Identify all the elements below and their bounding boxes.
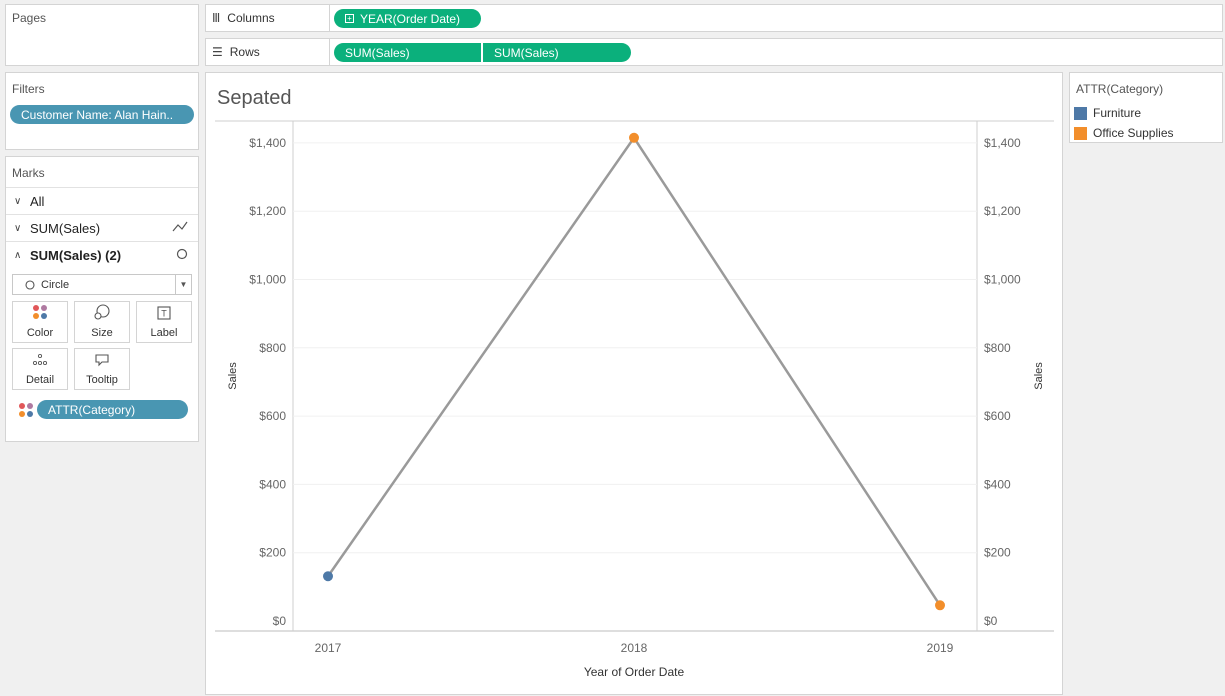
- label-button[interactable]: T Label: [136, 301, 192, 343]
- y-tick-label-left: $1,200: [249, 204, 286, 218]
- mark-type-select[interactable]: Circle ▼: [12, 274, 192, 295]
- data-point: [323, 571, 333, 582]
- tooltip-button-label: Tooltip: [86, 374, 118, 386]
- color-button-label: Color: [26, 327, 54, 339]
- line-mark-icon: [172, 221, 188, 236]
- rows-pill-sum-sales-2[interactable]: SUM(Sales): [483, 43, 631, 62]
- y-tick-label-left: $600: [259, 409, 286, 423]
- columns-pill-label: YEAR(Order Date): [360, 11, 461, 26]
- mark-type-value: Circle: [41, 278, 70, 291]
- data-point: [629, 132, 639, 143]
- chevron-down-icon: ∨: [14, 222, 22, 234]
- x-axis-title: Year of Order Date: [584, 665, 685, 679]
- legend-swatch-furniture: [1074, 106, 1087, 120]
- y-tick-label-right: $0: [984, 614, 998, 628]
- rows-shelf-label: ☰ Rows: [206, 39, 330, 65]
- y-tick-label-left: $0: [273, 614, 287, 628]
- marks-panel: Marks ∨ All ∨ SUM(Sales) ∧ SUM(Sales) (2…: [5, 156, 199, 442]
- label-button-label: Label: [150, 327, 178, 339]
- y-tick-label-left: $1,400: [249, 136, 286, 150]
- size-button-label: Size: [91, 327, 113, 339]
- legend-item-label: Furniture: [1093, 106, 1142, 120]
- y-tick-label-left: $800: [259, 341, 286, 355]
- dropdown-arrow-icon[interactable]: ▼: [175, 275, 191, 294]
- x-tick-label: 2017: [315, 641, 342, 655]
- y-axis-title-left: Sales: [227, 362, 239, 390]
- rows-pill-label-1: SUM(Sales): [345, 45, 410, 60]
- tooltip-icon: [94, 353, 110, 369]
- y-tick-label-right: $1,000: [984, 273, 1021, 287]
- color-legend[interactable]: ATTR(Category) Furniture Office Supplies: [1069, 72, 1223, 143]
- marks-card-sum-sales-label: SUM(Sales): [30, 220, 101, 236]
- filters-title: Filters: [12, 82, 45, 96]
- rows-label: Rows: [229, 45, 260, 59]
- y-tick-label-left: $200: [259, 546, 286, 560]
- filters-panel[interactable]: Filters Customer Name: Alan Hain..: [5, 72, 199, 150]
- pages-panel[interactable]: Pages: [5, 4, 199, 66]
- line-chart[interactable]: $0 $0 $200 $200 $400 $400 $600 $600 $800 $800 $1,0…: [206, 73, 1062, 694]
- marks-card-all-label: All: [30, 193, 45, 209]
- rows-pill-label-2: SUM(Sales): [494, 45, 559, 60]
- tooltip-button[interactable]: Tooltip: [74, 348, 130, 390]
- columns-shelf-label: Ⅲ Columns: [206, 5, 330, 31]
- svg-text:T: T: [161, 309, 167, 319]
- label-icon: T: [157, 306, 171, 322]
- color-button[interactable]: Color: [12, 301, 68, 343]
- y-tick-label-left: $1,000: [249, 273, 286, 287]
- chevron-down-icon: ∨: [14, 195, 22, 207]
- worksheet-view[interactable]: Sepated $0 $0 $200 $200 $400 $400 $600 $600 $800…: [205, 72, 1063, 695]
- marks-title: Marks: [12, 166, 45, 180]
- x-tick-label: 2018: [621, 641, 648, 655]
- columns-pill-year-order-date[interactable]: + YEAR(Order Date): [334, 9, 481, 28]
- columns-label: Columns: [227, 11, 275, 25]
- y-tick-label-right: $1,200: [984, 204, 1021, 218]
- columns-icon: Ⅲ: [212, 11, 221, 25]
- detail-button[interactable]: Detail: [12, 348, 68, 390]
- detail-dots-icon: [32, 353, 48, 369]
- circle-mark-icon: [176, 248, 188, 263]
- y-tick-label-right: $400: [984, 477, 1011, 491]
- color-encoding-pill-label: ATTR(Category): [48, 402, 136, 417]
- filter-pill-customer-name[interactable]: Customer Name: Alan Hain..: [10, 105, 194, 124]
- size-icon: [94, 304, 110, 322]
- legend-item-office-supplies[interactable]: Office Supplies: [1074, 126, 1174, 140]
- marks-card-sum-sales-2[interactable]: ∧ SUM(Sales) (2): [6, 241, 198, 268]
- rows-pill-sum-sales-1[interactable]: SUM(Sales): [334, 43, 481, 62]
- x-tick-label: 2019: [927, 641, 954, 655]
- legend-item-furniture[interactable]: Furniture: [1074, 106, 1141, 120]
- y-tick-label-right: $200: [984, 546, 1011, 560]
- chevron-up-icon: ∧: [14, 249, 22, 261]
- y-tick-label-right: $800: [984, 341, 1011, 355]
- rows-shelf[interactable]: ☰ Rows SUM(Sales) SUM(Sales): [205, 38, 1223, 66]
- data-point: [935, 600, 945, 611]
- columns-shelf[interactable]: Ⅲ Columns + YEAR(Order Date): [205, 4, 1223, 32]
- circle-icon: [25, 279, 35, 290]
- color-dots-icon: [32, 304, 48, 322]
- legend-item-label: Office Supplies: [1093, 126, 1174, 140]
- marks-card-sum-sales-2-label: SUM(Sales) (2): [30, 247, 122, 263]
- size-button[interactable]: Size: [74, 301, 130, 343]
- rows-icon: ☰: [212, 45, 223, 59]
- marks-card-all[interactable]: ∨ All: [6, 187, 198, 214]
- color-encoding-icon: [18, 402, 34, 421]
- expand-icon[interactable]: +: [345, 14, 354, 23]
- color-encoding-pill-attr-category[interactable]: ATTR(Category): [37, 400, 188, 419]
- legend-swatch-office-supplies: [1074, 126, 1087, 140]
- sales-line: [326, 135, 942, 606]
- y-tick-label-right: $1,400: [984, 136, 1021, 150]
- marks-card-sum-sales[interactable]: ∨ SUM(Sales): [6, 214, 198, 241]
- pages-title: Pages: [12, 11, 47, 25]
- detail-button-label: Detail: [25, 374, 55, 386]
- legend-title: ATTR(Category): [1076, 82, 1164, 96]
- y-axis-title-right: Sales: [1033, 362, 1045, 390]
- y-tick-label-left: $400: [259, 477, 286, 491]
- y-tick-label-right: $600: [984, 409, 1011, 423]
- filter-pill-label: Customer Name: Alan Hain..: [21, 107, 174, 122]
